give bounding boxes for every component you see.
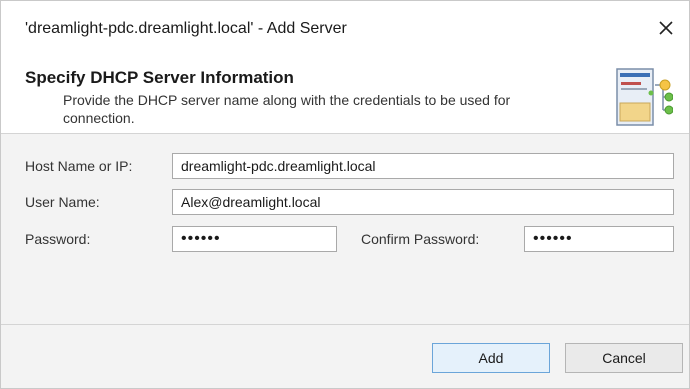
confirm-password-label: Confirm Password: — [361, 231, 480, 247]
header-title: Specify DHCP Server Information — [25, 68, 294, 87]
title-bar: 'dreamlight-pdc.dreamlight.local' - Add … — [1, 1, 689, 57]
close-button[interactable] — [651, 13, 681, 43]
close-icon — [659, 21, 673, 35]
dhcp-server-icon — [616, 68, 673, 126]
host-label: Host Name or IP: — [25, 158, 133, 174]
dialog-header: Specify DHCP Server Information Provide … — [1, 57, 689, 133]
header-description: Provide the DHCP server name along with … — [63, 92, 511, 126]
window-title: 'dreamlight-pdc.dreamlight.local' - Add … — [25, 20, 347, 37]
confirm-password-input[interactable] — [524, 226, 674, 252]
add-server-dialog: 'dreamlight-pdc.dreamlight.local' - Add … — [0, 0, 690, 389]
host-input[interactable] — [172, 153, 674, 179]
cancel-button[interactable]: Cancel — [565, 343, 683, 373]
password-label: Password: — [25, 231, 91, 247]
dialog-footer: Add Cancel — [1, 325, 689, 388]
server-form: Host Name or IP: User Name: Password: Co… — [1, 134, 689, 324]
user-name-label: User Name: — [25, 194, 100, 210]
password-input[interactable] — [172, 226, 337, 252]
user-name-input[interactable] — [172, 189, 674, 215]
add-button[interactable]: Add — [432, 343, 550, 373]
